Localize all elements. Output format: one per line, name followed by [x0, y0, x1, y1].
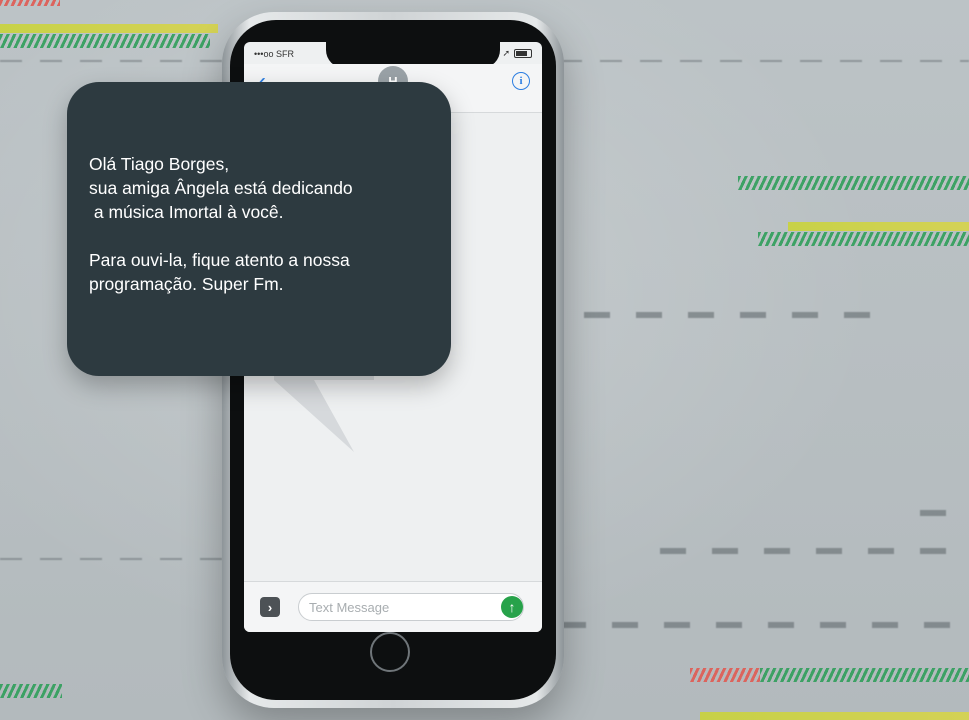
message-card: Olá Tiago Borges, sua amiga Ângela está … [67, 82, 451, 376]
glitch-stripe [760, 668, 969, 682]
message-line: programação. Super Fm. [89, 274, 284, 294]
glitch-stripe [0, 34, 210, 48]
glitch-stripe [738, 176, 969, 190]
glitch-stripe [758, 232, 969, 246]
dash-line [660, 548, 969, 554]
message-line: a música Imortal à você. [89, 202, 284, 222]
glitch-stripe [0, 24, 218, 33]
home-button[interactable] [370, 632, 410, 672]
glitch-stripe [0, 0, 60, 6]
compose-bar: › ↑ [244, 581, 542, 632]
info-icon[interactable]: i [512, 72, 530, 90]
message-text: Olá Tiago Borges, sua amiga Ângela está … [89, 152, 353, 296]
message-input[interactable] [298, 593, 524, 621]
message-line: sua amiga Ângela está dedicando [89, 178, 353, 198]
glitch-stripe [700, 712, 969, 720]
dash-line [560, 622, 969, 628]
dash-line [920, 510, 969, 516]
message-line: Olá Tiago Borges, [89, 154, 230, 174]
message-line: Para ouvi-la, fique atento a nossa [89, 250, 350, 270]
apps-button[interactable]: › [260, 597, 280, 617]
location-icon: ➚ [502, 48, 510, 58]
glitch-stripe [0, 684, 62, 698]
glitch-stripe [788, 222, 969, 231]
glitch-stripe [690, 668, 760, 682]
battery-icon [514, 49, 532, 58]
send-button[interactable]: ↑ [501, 596, 523, 618]
carrier-label: •••oo SFR [254, 49, 294, 59]
